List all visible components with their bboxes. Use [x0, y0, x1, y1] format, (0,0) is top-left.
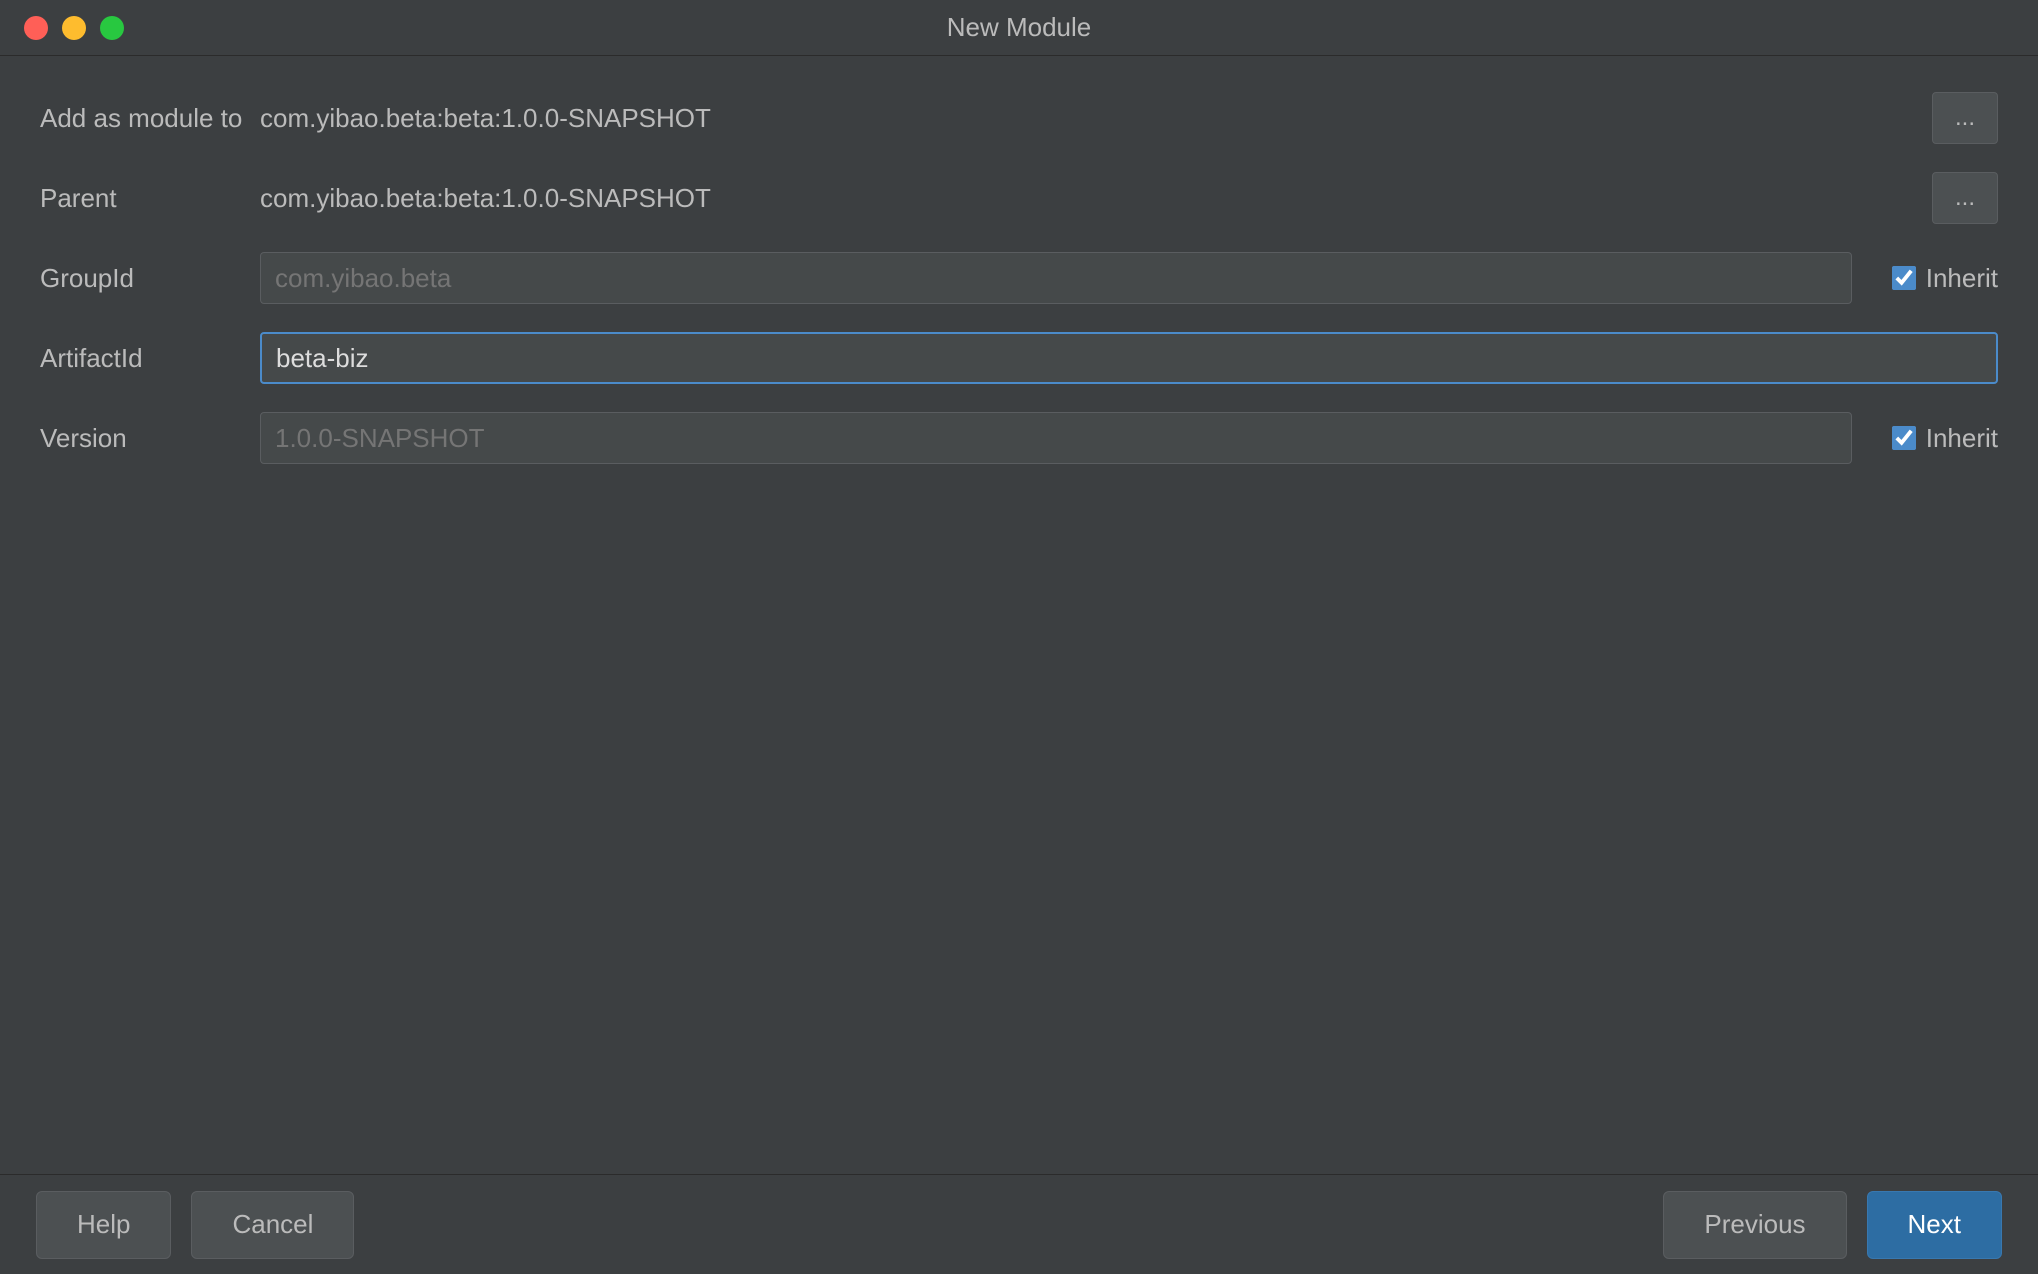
previous-button[interactable]: Previous [1663, 1191, 1846, 1259]
next-button[interactable]: Next [1867, 1191, 2002, 1259]
parent-dots-button[interactable]: ... [1932, 172, 1998, 224]
footer-right-buttons: Previous Next [1663, 1191, 2002, 1259]
artifact-id-input-wrap [260, 332, 1998, 384]
maximize-button[interactable] [100, 16, 124, 40]
version-inherit-checkbox[interactable] [1892, 426, 1916, 450]
footer-left-buttons: Help Cancel [36, 1191, 354, 1259]
close-button[interactable] [24, 16, 48, 40]
cancel-button[interactable]: Cancel [191, 1191, 354, 1259]
artifact-id-label: ArtifactId [40, 343, 260, 374]
group-id-label: GroupId [40, 263, 260, 294]
group-id-input[interactable] [260, 252, 1852, 304]
help-button[interactable]: Help [36, 1191, 171, 1259]
add-module-value: com.yibao.beta:beta:1.0.0-SNAPSHOT [260, 103, 1912, 134]
parent-label: Parent [40, 183, 260, 214]
titlebar: New Module [0, 0, 2038, 56]
main-content: Add as module to com.yibao.beta:beta:1.0… [0, 56, 2038, 1174]
add-module-row: Add as module to com.yibao.beta:beta:1.0… [40, 92, 1998, 144]
version-input[interactable] [260, 412, 1852, 464]
group-id-row: GroupId Inherit [40, 252, 1998, 304]
window-title: New Module [947, 12, 1092, 43]
version-input-wrap: Inherit [260, 412, 1998, 464]
version-row: Version Inherit [40, 412, 1998, 464]
parent-value: com.yibao.beta:beta:1.0.0-SNAPSHOT [260, 183, 1912, 214]
parent-row: Parent com.yibao.beta:beta:1.0.0-SNAPSHO… [40, 172, 1998, 224]
group-id-inherit-wrap: Inherit [1892, 263, 1998, 294]
group-id-inherit-label: Inherit [1926, 263, 1998, 294]
version-inherit-label: Inherit [1926, 423, 1998, 454]
window-controls [24, 16, 124, 40]
group-id-inherit-checkbox[interactable] [1892, 266, 1916, 290]
add-module-label: Add as module to [40, 103, 260, 134]
version-label: Version [40, 423, 260, 454]
group-id-input-wrap: Inherit [260, 252, 1998, 304]
add-module-dots-button[interactable]: ... [1932, 92, 1998, 144]
footer: Help Cancel Previous Next [0, 1174, 2038, 1274]
minimize-button[interactable] [62, 16, 86, 40]
version-inherit-wrap: Inherit [1892, 423, 1998, 454]
content-spacer [40, 492, 1998, 1138]
artifact-id-row: ArtifactId [40, 332, 1998, 384]
artifact-id-input[interactable] [260, 332, 1998, 384]
